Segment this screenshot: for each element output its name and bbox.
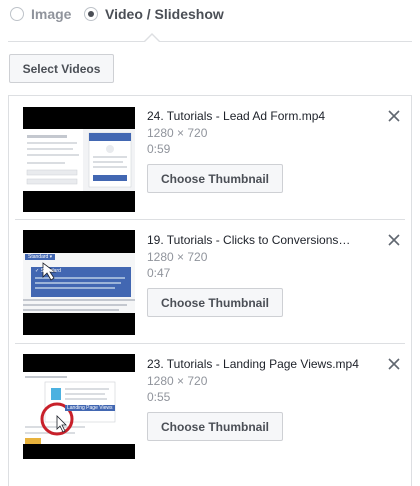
video-resolution: 1280 × 720 xyxy=(147,126,208,140)
choose-thumbnail-button[interactable]: Choose Thumbnail xyxy=(147,412,283,441)
video-title: 24. Tutorials - Lead Ad Form.mp4 xyxy=(147,109,326,123)
active-tab-caret-fill xyxy=(144,35,160,43)
thumbnail-frame: Standard ▾ ✓ Standard xyxy=(23,253,135,313)
video-slideshow-option-label: Video / Slideshow xyxy=(105,6,224,22)
thumbnail-dropdown-text: Standard ▾ xyxy=(25,254,56,260)
conversion-settings-screenshot-image xyxy=(23,253,135,313)
media-type-selector: Image Video / Slideshow xyxy=(0,0,420,32)
close-icon[interactable] xyxy=(387,233,401,247)
video-item: 24. Tutorials - Lead Ad Form.mp4 1280 × … xyxy=(15,96,405,220)
video-slideshow-radio[interactable] xyxy=(84,7,98,21)
close-icon[interactable] xyxy=(387,357,401,371)
image-radio[interactable] xyxy=(10,7,24,21)
video-thumbnail[interactable] xyxy=(23,107,135,212)
video-title: 19. Tutorials - Clicks to Conversions… xyxy=(147,233,351,247)
select-videos-button[interactable]: Select Videos xyxy=(9,54,114,83)
video-thumbnail[interactable]: Landing Page Views xyxy=(23,354,135,459)
image-option-label: Image xyxy=(31,6,72,22)
thumbnail-option-text: ✓ Standard xyxy=(35,268,61,274)
video-item: Landing Page Views 23. Tutorials - Landi… xyxy=(15,344,405,468)
video-title: 23. Tutorials - Landing Page Views.mp4 xyxy=(147,357,359,371)
video-duration: 0:59 xyxy=(147,142,171,156)
close-icon[interactable] xyxy=(387,109,401,123)
video-item: Standard ▾ ✓ Standard 19. Tutorials - Cl… xyxy=(15,220,405,344)
choose-thumbnail-button[interactable]: Choose Thumbnail xyxy=(147,164,283,193)
video-thumbnail[interactable]: Standard ▾ ✓ Standard xyxy=(23,230,135,335)
video-resolution: 1280 × 720 xyxy=(147,250,208,264)
video-resolution: 1280 × 720 xyxy=(147,374,208,388)
thumbnail-button-text: Landing Page Views xyxy=(65,405,115,411)
video-duration: 0:55 xyxy=(147,390,171,404)
video-slideshow-option[interactable]: Video / Slideshow xyxy=(84,6,224,22)
image-option[interactable]: Image xyxy=(10,6,71,22)
divider-line xyxy=(8,41,412,42)
tab-divider xyxy=(8,32,412,43)
video-duration: 0:47 xyxy=(147,266,171,280)
choose-thumbnail-button[interactable]: Choose Thumbnail xyxy=(147,288,283,317)
lead-form-screenshot-image xyxy=(23,129,135,191)
thumbnail-frame: Landing Page Views xyxy=(23,372,135,444)
thumbnail-frame xyxy=(23,129,135,191)
video-list: 24. Tutorials - Lead Ad Form.mp4 1280 × … xyxy=(8,95,412,486)
